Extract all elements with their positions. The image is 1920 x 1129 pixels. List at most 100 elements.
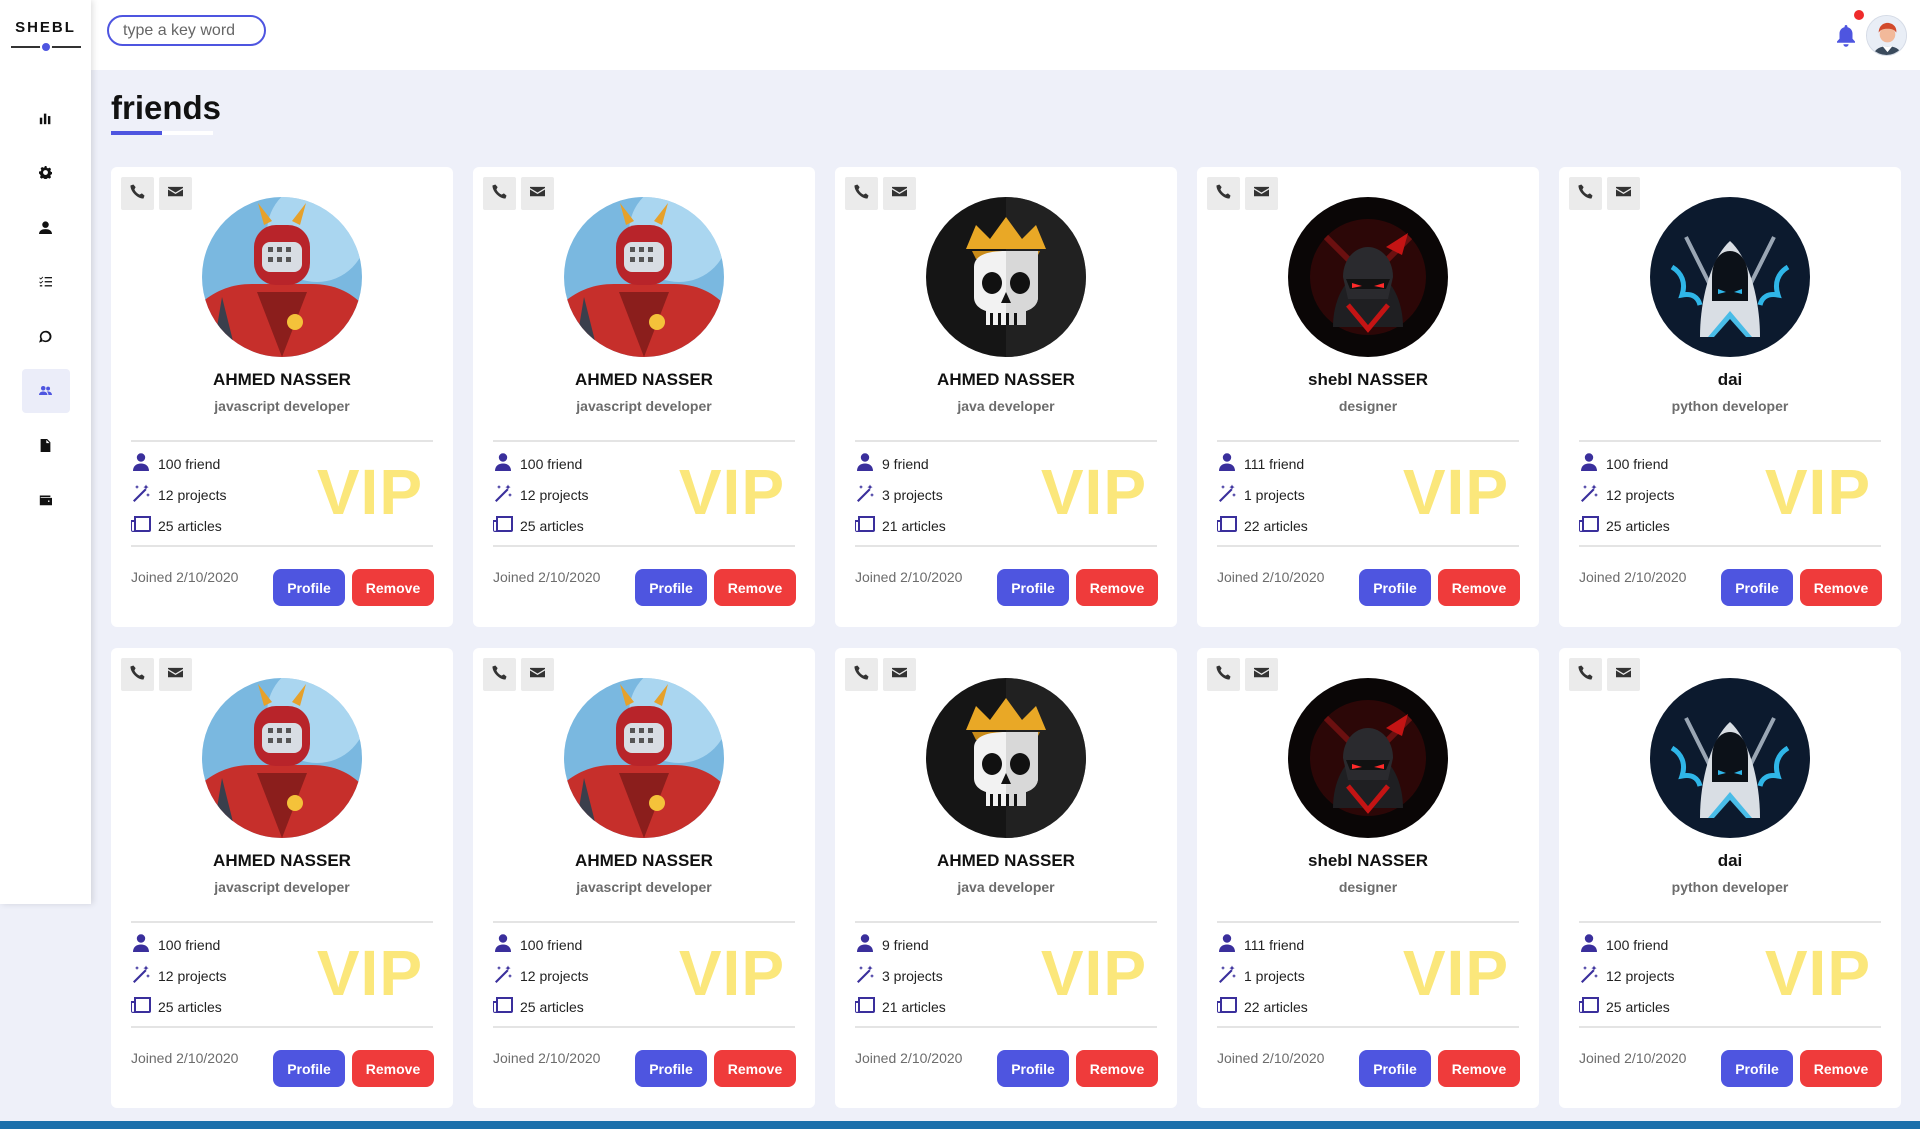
profile-button[interactable]: Profile (997, 569, 1069, 606)
envelope-icon (168, 184, 183, 204)
file-icon (40, 438, 51, 452)
friend-avatar (926, 197, 1086, 357)
divider (1217, 921, 1519, 923)
call-button[interactable] (845, 177, 878, 210)
envelope-icon (530, 184, 545, 204)
user-icon (1579, 934, 1606, 955)
call-button[interactable] (483, 658, 516, 691)
search-input[interactable] (107, 15, 266, 46)
friends-count: 100 friend (520, 455, 583, 472)
remove-button[interactable]: Remove (1076, 569, 1158, 606)
remove-button[interactable]: Remove (714, 569, 796, 606)
remove-button[interactable]: Remove (1076, 1050, 1158, 1087)
magic-wand-icon (855, 965, 882, 986)
friend-role: java developer (957, 398, 1055, 414)
articles-count: 25 articles (158, 998, 222, 1015)
projects-count: 12 projects (520, 967, 589, 984)
profile-button[interactable]: Profile (635, 1050, 707, 1087)
articles-stat: 25 articles (131, 515, 222, 536)
divider (131, 1026, 433, 1028)
call-button[interactable] (1569, 658, 1602, 691)
remove-button[interactable]: Remove (1438, 569, 1520, 606)
remove-button[interactable]: Remove (1800, 569, 1882, 606)
email-button[interactable] (521, 658, 554, 691)
friend-avatar (926, 678, 1086, 838)
newspaper-icon (855, 515, 882, 536)
articles-stat: 22 articles (1217, 515, 1308, 536)
email-button[interactable] (1245, 177, 1278, 210)
sidebar-item-settings[interactable] (22, 151, 70, 195)
friend-role: javascript developer (576, 879, 712, 895)
profile-button[interactable]: Profile (273, 569, 345, 606)
call-button[interactable] (1207, 658, 1240, 691)
email-button[interactable] (883, 658, 916, 691)
phone-icon (492, 664, 507, 685)
call-button[interactable] (1569, 177, 1602, 210)
call-button[interactable] (121, 177, 154, 210)
magic-wand-icon (131, 965, 158, 986)
user-icon (855, 453, 882, 474)
sidebar-item-wallet[interactable] (22, 478, 70, 522)
users-icon (39, 385, 52, 396)
sidebar-item-dashboard[interactable] (22, 96, 70, 140)
email-button[interactable] (159, 177, 192, 210)
profile-button[interactable]: Profile (1359, 569, 1431, 606)
user-avatar[interactable] (1866, 15, 1907, 56)
sidebar-item-friends[interactable] (21, 368, 70, 413)
projects-count: 3 projects (882, 486, 943, 503)
friend-role: python developer (1671, 879, 1789, 895)
divider (493, 440, 795, 442)
friends-count: 100 friend (1606, 455, 1669, 472)
profile-button[interactable]: Profile (1359, 1050, 1431, 1087)
divider (855, 440, 1157, 442)
friend-role: python developer (1671, 398, 1789, 414)
phone-icon (130, 183, 145, 204)
remove-button[interactable]: Remove (1800, 1050, 1882, 1087)
magic-wand-icon (131, 484, 158, 505)
user-icon (1217, 934, 1244, 955)
sidebar-item-chat[interactable] (22, 314, 70, 358)
remove-button[interactable]: Remove (1438, 1050, 1520, 1087)
logo-underline (10, 41, 81, 53)
phone-icon (854, 664, 869, 685)
email-button[interactable] (159, 658, 192, 691)
profile-button[interactable]: Profile (997, 1050, 1069, 1087)
call-button[interactable] (845, 658, 878, 691)
newspaper-icon (493, 515, 520, 536)
call-button[interactable] (483, 177, 516, 210)
user-icon (1217, 453, 1244, 474)
divider (1579, 1026, 1881, 1028)
sidebar-item-files[interactable] (22, 423, 70, 467)
call-button[interactable] (121, 658, 154, 691)
joined-date: Joined 2/10/2020 (493, 569, 601, 585)
user-icon (493, 453, 520, 474)
projects-count: 3 projects (882, 967, 943, 984)
friends-count: 9 friend (882, 936, 929, 953)
articles-stat: 25 articles (1579, 996, 1670, 1017)
sidebar-item-tasks[interactable] (22, 260, 70, 304)
remove-button[interactable]: Remove (352, 569, 434, 606)
notification-button[interactable] (1836, 10, 1864, 47)
profile-button[interactable]: Profile (1721, 1050, 1793, 1087)
vip-badge: VIP (1402, 456, 1509, 528)
email-button[interactable] (1245, 658, 1278, 691)
divider (1579, 440, 1881, 442)
envelope-icon (1254, 184, 1269, 204)
remove-button[interactable]: Remove (352, 1050, 434, 1087)
profile-button[interactable]: Profile (635, 569, 707, 606)
projects-count: 12 projects (520, 486, 589, 503)
profile-button[interactable]: Profile (1721, 569, 1793, 606)
email-button[interactable] (1607, 177, 1640, 210)
email-button[interactable] (521, 177, 554, 210)
email-button[interactable] (883, 177, 916, 210)
user-icon (131, 934, 158, 955)
sidebar-item-profile[interactable] (22, 205, 70, 249)
friends-count: 100 friend (158, 455, 221, 472)
call-button[interactable] (1207, 177, 1240, 210)
email-button[interactable] (1607, 658, 1640, 691)
magic-wand-icon (1217, 965, 1244, 986)
profile-button[interactable]: Profile (273, 1050, 345, 1087)
remove-button[interactable]: Remove (714, 1050, 796, 1087)
friends-stat: 111 friend (1217, 934, 1304, 955)
envelope-icon (168, 665, 183, 685)
